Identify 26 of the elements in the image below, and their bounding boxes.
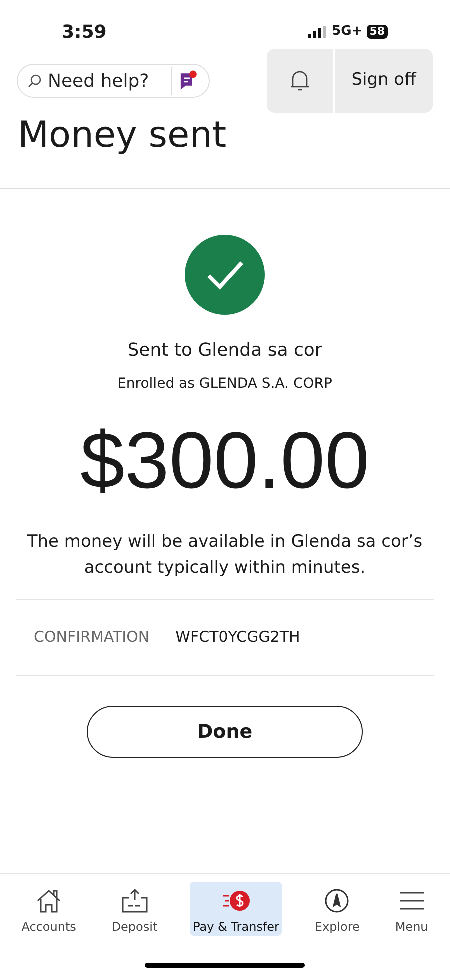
amount-text: $300.00 xyxy=(80,415,370,507)
enrolled-text: Enrolled as GLENDA S.A. CORP xyxy=(118,375,332,394)
chat-icon[interactable] xyxy=(171,67,199,95)
help-input[interactable]: Need help? xyxy=(48,68,158,94)
nav-tab[interactable]: Menu xyxy=(392,882,432,936)
done-button[interactable]: Done xyxy=(87,706,363,758)
battery-indicator: 58 xyxy=(366,25,388,39)
deposit-icon xyxy=(120,888,150,914)
recipient-text: Sent to Glenda sa cor xyxy=(128,339,322,363)
check-circle-icon xyxy=(185,235,265,315)
page-title: Money sent xyxy=(17,114,228,158)
signal-icon xyxy=(308,26,328,38)
confirmation-label: CONFIRMATION xyxy=(34,627,150,648)
network-label: 5G+ xyxy=(332,23,363,42)
bell-icon xyxy=(289,69,311,93)
status-time: 3:59 xyxy=(62,20,107,44)
nav-tab[interactable]: Pay & Transfer xyxy=(190,882,282,936)
search-icon xyxy=(28,74,42,88)
dollar-coin-icon xyxy=(221,888,252,914)
nav-tab[interactable]: Deposit xyxy=(108,882,161,936)
nav-tab[interactable]: Explore xyxy=(312,882,363,936)
help-search-field[interactable]: Need help? xyxy=(17,64,210,98)
sign-off-button[interactable]: Sign off xyxy=(335,49,433,113)
nav-tab[interactable]: Accounts xyxy=(18,882,80,936)
availability-message: The money will be available in Glenda sa cor’s account typically within minutes. xyxy=(26,531,424,580)
confirmation-number: WFCT0YCGG2TH xyxy=(176,627,300,648)
